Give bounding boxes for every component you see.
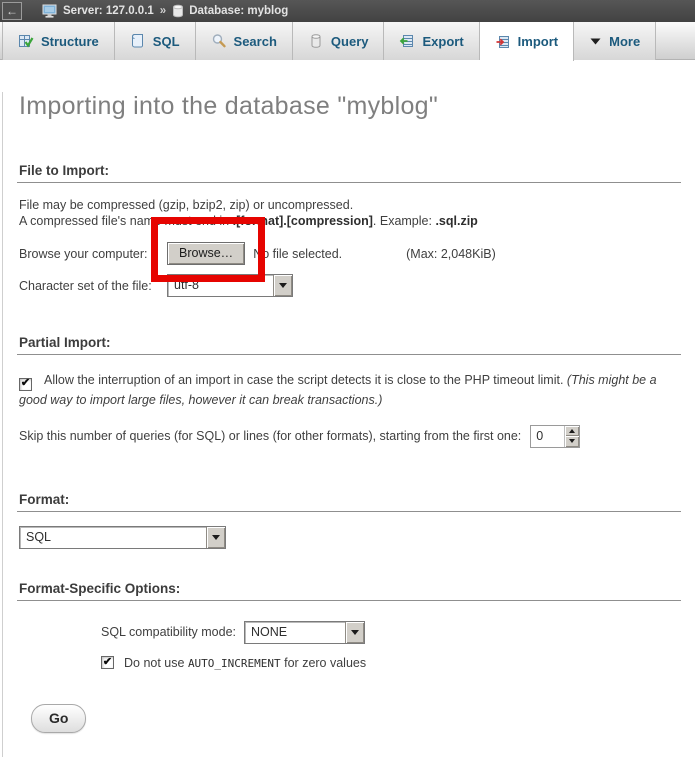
allow-interruption-text: Allow the interruption of an import in c… xyxy=(44,373,567,387)
filename-note-mid: . Example: xyxy=(373,214,436,228)
breadcrumb-database-label: Database: myblog xyxy=(189,5,288,17)
auto-increment-suffix: for zero values xyxy=(281,656,366,670)
structure-icon xyxy=(18,33,34,49)
breadcrumb-separator: » xyxy=(160,5,166,17)
page-title: Importing into the database "myblog" xyxy=(19,92,681,121)
max-size-note: (Max: 2,048KiB) xyxy=(406,247,496,261)
chevron-down-icon xyxy=(589,35,602,47)
compression-note: File may be compressed (gzip, bzip2, zip… xyxy=(19,197,681,213)
browse-button[interactable]: Browse… xyxy=(167,242,245,265)
charset-label: Character set of the file: xyxy=(19,279,167,293)
tab-search-label: Search xyxy=(234,34,277,49)
browse-row: Browse your computer: Browse… No file se… xyxy=(19,242,681,265)
chevron-down-icon xyxy=(351,630,359,639)
section-heading-file-to-import: File to Import: xyxy=(17,163,681,183)
back-button[interactable]: ← xyxy=(2,2,22,20)
tab-import-label: Import xyxy=(518,34,558,49)
tab-query[interactable]: Query xyxy=(293,22,385,60)
skip-queries-row: Skip this number of queries (for SQL) or… xyxy=(19,425,681,448)
tab-search[interactable]: Search xyxy=(196,22,293,60)
breadcrumb-server[interactable]: Server: 127.0.0.1 xyxy=(42,4,154,19)
triangle-up-icon xyxy=(569,426,575,433)
tab-sql-label: SQL xyxy=(153,34,180,49)
allow-interruption-row: ✔ Allow the interruption of an import in … xyxy=(19,371,681,409)
database-icon xyxy=(172,4,184,18)
skip-queries-label: Skip this number of queries (for SQL) or… xyxy=(19,429,521,443)
format-row: SQL xyxy=(19,526,681,549)
query-icon xyxy=(308,33,324,49)
tab-more-label: More xyxy=(609,34,640,49)
file-import-description: File may be compressed (gzip, bzip2, zip… xyxy=(19,197,681,229)
compat-dropdown-button[interactable] xyxy=(345,622,364,643)
filename-note-prefix: A compressed file's name must end in xyxy=(19,214,233,228)
format-value: SQL xyxy=(20,527,206,548)
chevron-down-icon xyxy=(212,535,220,544)
charset-select[interactable]: utf-8 xyxy=(167,274,293,297)
spin-down-button[interactable] xyxy=(565,436,579,447)
tab-structure[interactable]: Structure xyxy=(2,22,115,60)
check-icon: ✔ xyxy=(103,657,112,668)
auto-increment-prefix: Do not use xyxy=(124,656,188,670)
browse-label: Browse your computer: xyxy=(19,247,167,261)
section-heading-format-specific-options: Format-Specific Options: xyxy=(17,581,681,601)
charset-value: utf-8 xyxy=(168,275,273,296)
auto-increment-checkbox[interactable]: ✔ xyxy=(101,656,114,669)
charset-row: Character set of the file: utf-8 xyxy=(19,274,681,297)
tab-export[interactable]: Export xyxy=(384,22,479,60)
server-icon xyxy=(42,4,58,19)
check-icon: ✔ xyxy=(21,378,30,389)
tab-export-label: Export xyxy=(422,34,463,49)
allow-interruption-checkbox[interactable]: ✔ xyxy=(19,378,32,391)
breadcrumb-database[interactable]: Database: myblog xyxy=(172,4,288,18)
section-heading-partial-import: Partial Import: xyxy=(17,335,681,355)
sql-compatibility-value: NONE xyxy=(245,622,345,643)
breadcrumb-server-label: Server: 127.0.0.1 xyxy=(63,5,154,17)
tab-bar: Structure SQL Search Query Export xyxy=(0,22,695,60)
tab-more[interactable]: More xyxy=(574,22,656,60)
export-icon xyxy=(399,33,415,49)
format-dropdown-button[interactable] xyxy=(206,527,225,548)
search-icon xyxy=(211,33,227,49)
spin-buttons xyxy=(564,426,579,447)
skip-queries-input[interactable] xyxy=(531,426,564,447)
main-content: Importing into the database "myblog" Fil… xyxy=(2,92,695,757)
format-select[interactable]: SQL xyxy=(19,526,226,549)
section-heading-format: Format: xyxy=(17,492,681,512)
tab-query-label: Query xyxy=(331,34,369,49)
filename-example: .sql.zip xyxy=(435,214,477,228)
go-row: Go xyxy=(31,704,681,733)
import-icon xyxy=(495,34,511,50)
filename-pattern: .[format].[compression] xyxy=(233,214,373,228)
auto-increment-row: ✔ Do not use AUTO_INCREMENT for zero val… xyxy=(101,656,681,670)
sql-compatibility-label: SQL compatibility mode: xyxy=(101,625,236,639)
tab-structure-label: Structure xyxy=(41,34,99,49)
sql-compatibility-select[interactable]: NONE xyxy=(244,621,365,644)
skip-queries-stepper xyxy=(530,425,580,448)
go-button[interactable]: Go xyxy=(31,704,86,733)
chevron-down-icon xyxy=(279,283,287,292)
auto-increment-label: Do not use AUTO_INCREMENT for zero value… xyxy=(124,656,366,670)
charset-dropdown-button[interactable] xyxy=(273,275,292,296)
triangle-down-icon xyxy=(569,439,575,446)
spin-up-button[interactable] xyxy=(565,426,579,437)
sql-compatibility-row: SQL compatibility mode: NONE xyxy=(101,621,681,644)
filename-note: A compressed file's name must end in .[f… xyxy=(19,213,681,229)
no-file-selected-text: No file selected. xyxy=(253,247,342,261)
tab-sql[interactable]: SQL xyxy=(115,22,196,60)
breadcrumb-bar: ← Server: 127.0.0.1 » Database: myblog xyxy=(0,0,695,22)
auto-increment-code: AUTO_INCREMENT xyxy=(188,657,281,670)
sql-icon xyxy=(130,33,146,49)
tab-import[interactable]: Import xyxy=(480,22,574,61)
